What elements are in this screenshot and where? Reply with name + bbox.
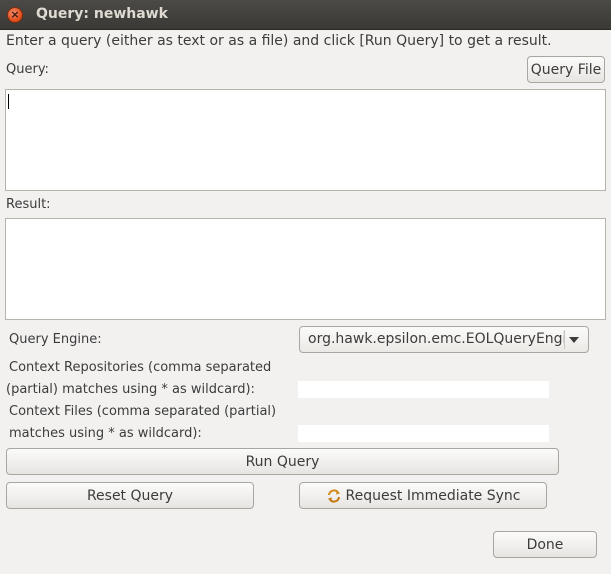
request-sync-label: Request Immediate Sync — [345, 487, 521, 504]
context-files-label-line2: matches using * as wildcard): — [9, 426, 202, 441]
window-title: Query: newhawk — [36, 6, 168, 22]
text-caret — [8, 94, 9, 109]
request-sync-button[interactable]: Request Immediate Sync — [299, 482, 547, 509]
reset-query-button[interactable]: Reset Query — [6, 482, 254, 509]
result-textarea[interactable] — [5, 218, 606, 320]
context-repositories-label-line2: (partial) matches using * as wildcard): — [6, 382, 255, 397]
context-files-label-line1: Context Files (comma separated (partial) — [9, 404, 277, 419]
query-file-button[interactable]: Query File — [527, 56, 605, 83]
context-files-input[interactable] — [298, 425, 549, 442]
chevron-down-icon — [569, 337, 579, 343]
instructions-text: Enter a query (either as text or as a fi… — [6, 33, 552, 49]
result-label: Result: — [6, 197, 51, 212]
sync-icon — [327, 488, 340, 503]
combo-separator — [564, 330, 565, 349]
query-engine-selected: org.hawk.epsilon.emc.EOLQueryEngine — [308, 331, 564, 347]
title-bar: × Query: newhawk — [0, 0, 611, 30]
query-textarea[interactable] — [5, 89, 606, 191]
context-repositories-label-line1: Context Repositories (comma separated — [9, 360, 272, 375]
context-repositories-input[interactable] — [298, 381, 549, 398]
query-engine-label: Query Engine: — [9, 332, 102, 347]
close-icon[interactable]: × — [7, 7, 23, 23]
done-button[interactable]: Done — [493, 531, 597, 558]
run-query-button[interactable]: Run Query — [6, 448, 559, 475]
query-label: Query: — [6, 62, 49, 77]
query-engine-select[interactable]: org.hawk.epsilon.emc.EOLQueryEngine — [299, 326, 589, 353]
